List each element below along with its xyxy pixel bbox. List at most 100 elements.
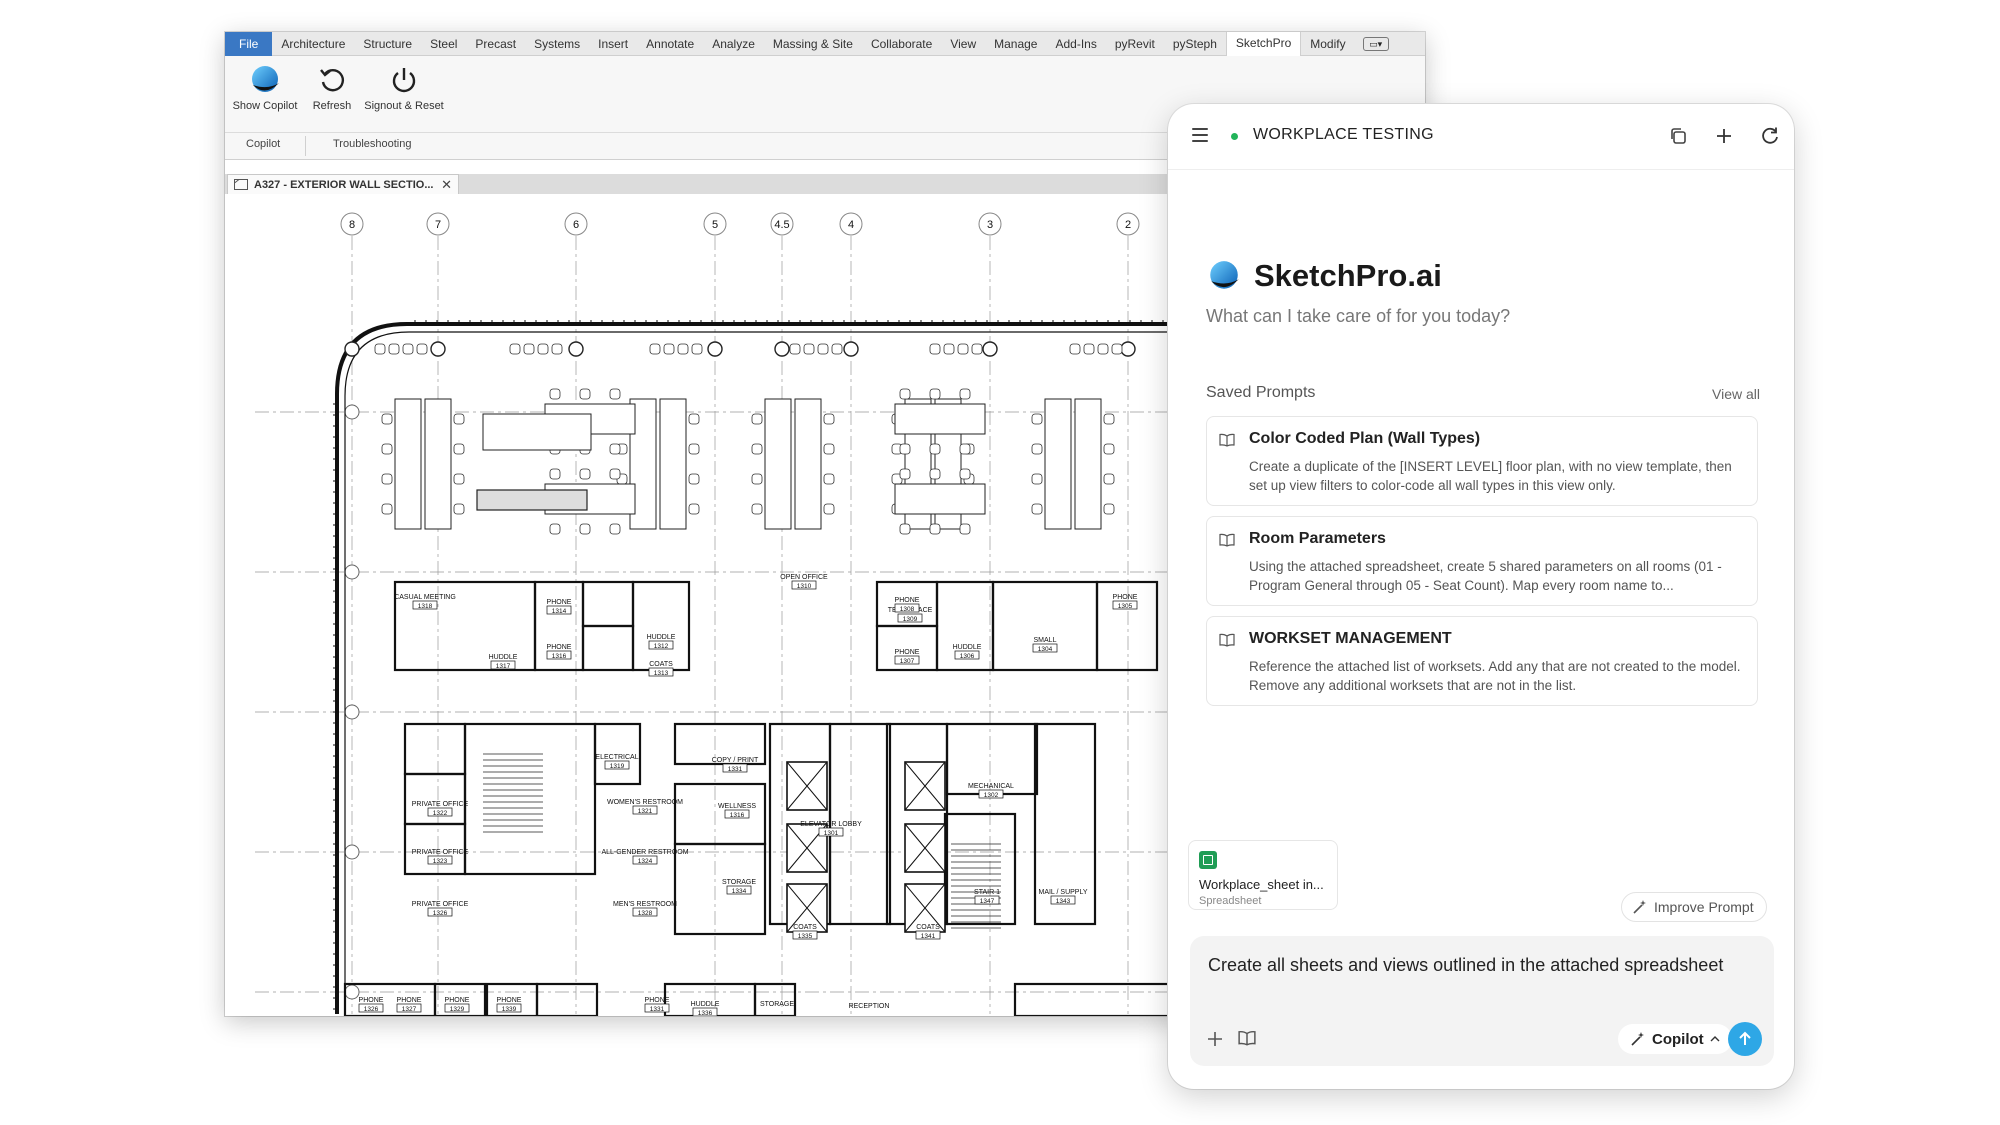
room-wall [673, 782, 767, 846]
workstation [1044, 398, 1072, 530]
room-number: 1308 [900, 606, 915, 613]
add-attachment-icon[interactable] [1204, 1028, 1226, 1050]
menu-pysteph[interactable]: pySteph [1164, 32, 1226, 56]
menu-steel[interactable]: Steel [421, 32, 466, 56]
grid-label: 6 [573, 219, 579, 231]
prompt-input[interactable]: Create all sheets and views outlined in … [1208, 950, 1728, 980]
greeting: What can I take care of for you today? [1206, 306, 1511, 326]
attachment-type: Spreadsheet [1199, 895, 1262, 907]
chair [823, 443, 835, 455]
room-name: MEN'S RESTROOM [613, 901, 677, 908]
room-number: 1335 [798, 933, 813, 940]
attachment-chip[interactable]: Workplace_sheet in... Spreadsheet [1188, 840, 1338, 910]
menu-massing-site[interactable]: Massing & Site [764, 32, 862, 56]
copy-icon[interactable] [1666, 124, 1690, 148]
room-number: 1331 [728, 766, 743, 773]
show-copilot-button[interactable]: Show Copilot [229, 60, 301, 112]
chair [899, 443, 911, 455]
prompt-description: Create a duplicate of the [INSERT LEVEL]… [1249, 459, 1732, 493]
chair [374, 343, 386, 355]
menu-manage[interactable]: Manage [985, 32, 1046, 56]
mode-selector[interactable]: Copilot [1618, 1024, 1732, 1054]
grid-label: 7 [435, 219, 441, 231]
workstation [424, 398, 452, 530]
menu-view[interactable]: View [941, 32, 985, 56]
saved-prompts-heading: Saved Prompts [1206, 384, 1316, 401]
view-tab-a327[interactable]: A327 - EXTERIOR WALL SECTIO... ✕ [227, 174, 459, 194]
project-title: WORKPLACE TESTING [1253, 126, 1434, 143]
signout-reset-button[interactable]: Signout & Reset [357, 60, 451, 112]
chair [688, 503, 700, 515]
chair [929, 443, 941, 455]
chair [677, 343, 689, 355]
room-number: 1321 [638, 808, 653, 815]
room-number: 1326 [433, 910, 448, 917]
menu-insert[interactable]: Insert [589, 32, 637, 56]
prompt-composer[interactable]: Create all sheets and views outlined in … [1190, 936, 1774, 1066]
chair [789, 343, 801, 355]
room-number: 1306 [960, 653, 975, 660]
menu-collaborate[interactable]: Collaborate [862, 32, 941, 56]
menu-structure[interactable]: Structure [354, 32, 421, 56]
menu-file[interactable]: File [225, 32, 273, 56]
saved-prompt-card[interactable]: WORKSET MANAGEMENT Reference the attache… [1206, 616, 1758, 706]
room-number: 1322 [433, 810, 448, 817]
ribbon-options-icon[interactable]: ▭▾ [1362, 36, 1389, 51]
menu-modify[interactable]: Modify [1301, 32, 1354, 56]
prompt-description: Reference the attached list of worksets.… [1249, 659, 1741, 693]
prompt-title: Color Coded Plan (Wall Types) [1249, 430, 1481, 447]
chair [1103, 443, 1115, 455]
room-name: OPEN OFFICE [780, 574, 828, 581]
power-icon [389, 60, 419, 100]
menu-sketchpro[interactable]: SketchPro [1225, 32, 1302, 56]
chair [831, 343, 843, 355]
room-name: STAIR 1 [974, 889, 1000, 896]
menu-analyze[interactable]: Analyze [703, 32, 764, 56]
menu-add-ins[interactable]: Add-Ins [1046, 32, 1105, 56]
room-number: 1319 [610, 763, 625, 770]
room-name: ELEVATOR LOBBY [800, 821, 862, 828]
room-number: 1317 [496, 663, 511, 670]
menu-icon[interactable] [1192, 128, 1208, 142]
chair [381, 503, 393, 515]
room-name: PHONE [645, 997, 670, 1004]
menu-precast[interactable]: Precast [466, 32, 525, 56]
room-number: 1314 [552, 608, 567, 615]
magic-wand-icon [1633, 900, 1646, 914]
chair [609, 523, 621, 535]
signout-reset-label: Signout & Reset [364, 100, 444, 112]
menu-architecture[interactable]: Architecture [272, 32, 354, 56]
room-name: WOMEN'S RESTROOM [607, 799, 683, 806]
saved-prompt-card[interactable]: Color Coded Plan (Wall Types) Create a d… [1206, 416, 1758, 506]
menu-pyrevit[interactable]: pyRevit [1106, 32, 1164, 56]
room-name: PHONE [359, 997, 384, 1004]
new-chat-icon[interactable] [1712, 124, 1736, 148]
room-name: RECEPTION [849, 1003, 890, 1010]
chair [959, 523, 971, 535]
close-icon[interactable]: ✕ [441, 177, 452, 193]
saved-prompt-card[interactable]: Room Parameters Using the attached sprea… [1206, 516, 1758, 606]
arrow-up-icon [1739, 1031, 1751, 1045]
refresh-button[interactable]: Refresh [309, 60, 355, 112]
view-all-link[interactable]: View all [1712, 386, 1760, 402]
send-button[interactable] [1728, 1022, 1762, 1056]
room-number: 1305 [1118, 603, 1133, 610]
room-wall [943, 812, 1017, 926]
menu-annotate[interactable]: Annotate [637, 32, 703, 56]
room-name: STORAGE [722, 879, 756, 886]
book-icon [1219, 533, 1235, 547]
room-number: 1336 [698, 1010, 713, 1016]
improve-prompt-button[interactable]: Improve Prompt [1621, 892, 1767, 922]
prompt-description: Using the attached spreadsheet, create 5… [1249, 559, 1722, 593]
chair [1031, 473, 1043, 485]
column [430, 341, 446, 357]
chair [688, 443, 700, 455]
room-number: 1347 [980, 898, 995, 905]
refresh-label: Refresh [312, 100, 352, 112]
saved-prompts-icon[interactable] [1238, 1030, 1256, 1046]
grid-node [344, 704, 360, 720]
book-icon [1219, 633, 1235, 647]
menu-systems[interactable]: Systems [525, 32, 589, 56]
grid-node [344, 984, 360, 1000]
refresh-icon[interactable] [1758, 124, 1782, 148]
